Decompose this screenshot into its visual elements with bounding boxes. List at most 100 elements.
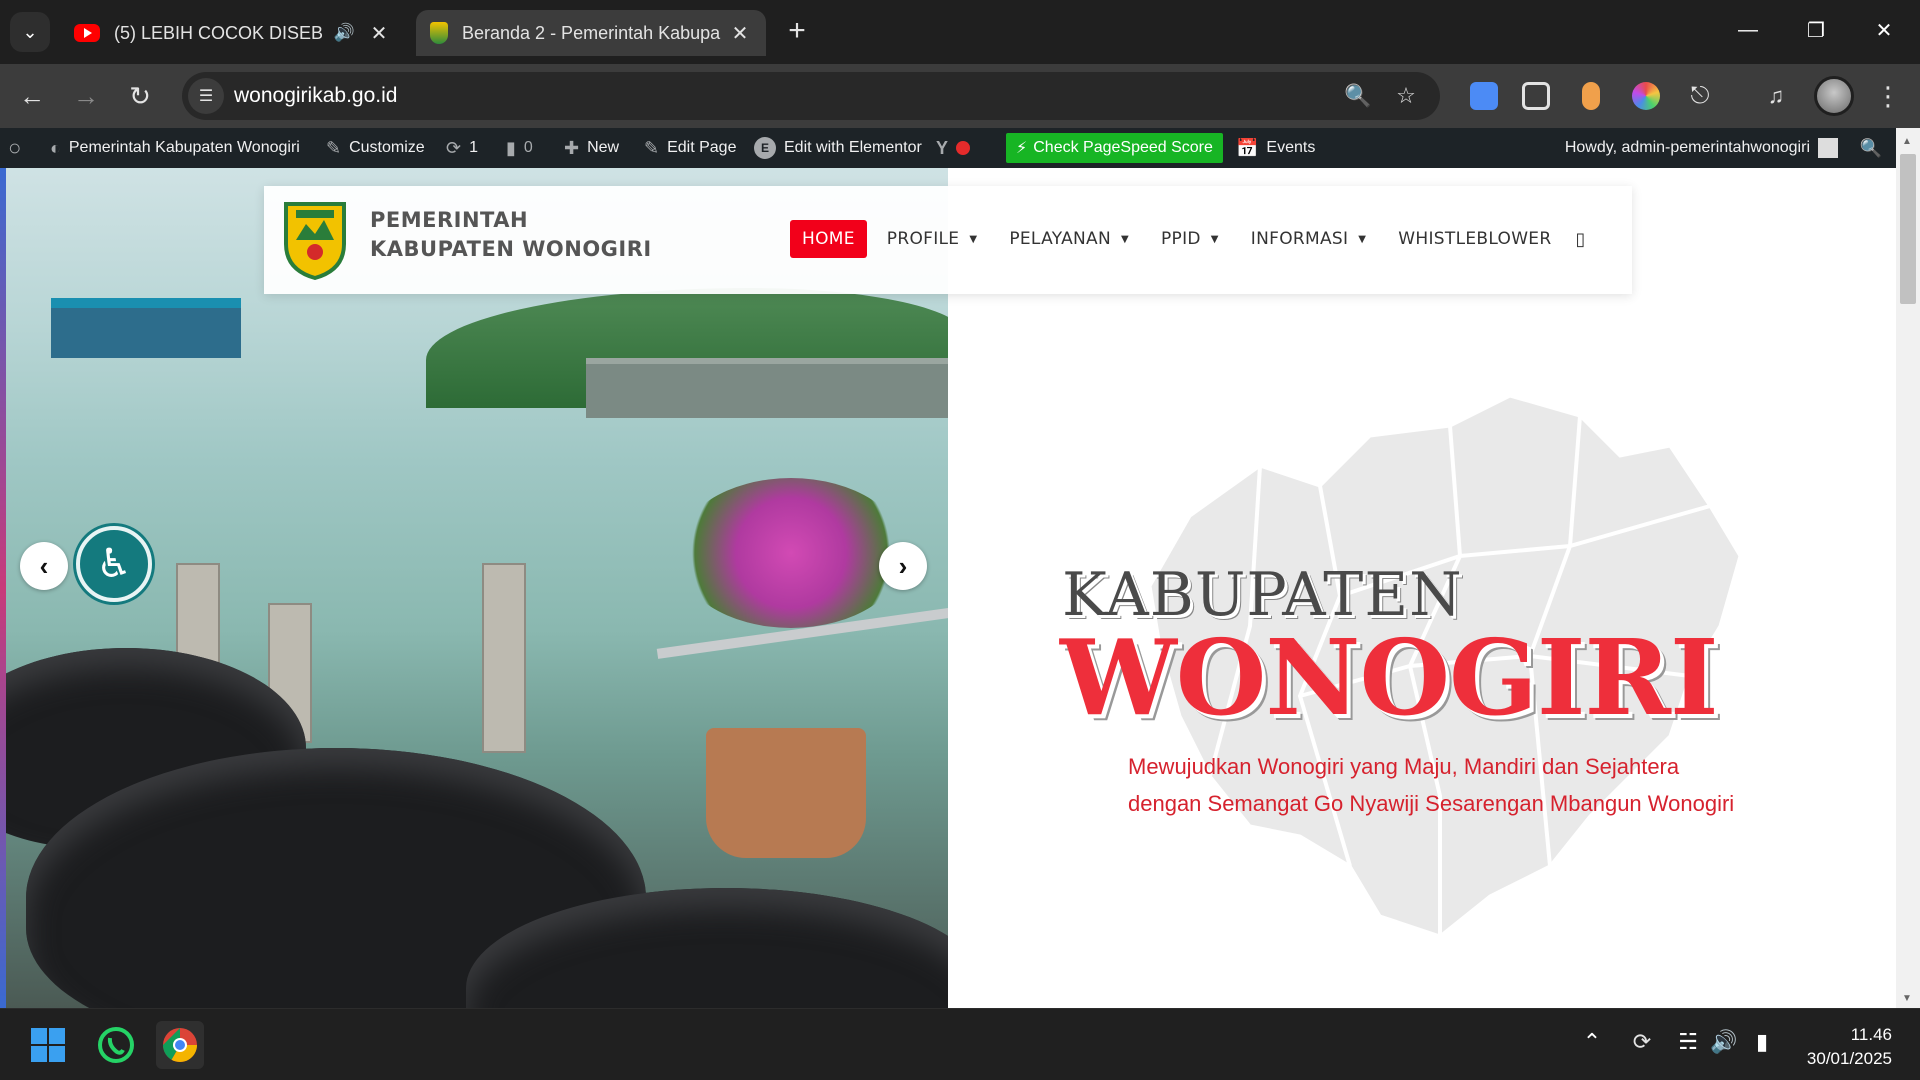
seo-status-dot [956,141,971,155]
clock-time: 11.46 [1850,1025,1892,1044]
edit-elementor-link[interactable]: E Edit with Elementor [754,128,922,168]
nav-informasi[interactable]: INFORMASI ▼ [1239,220,1379,258]
close-icon: ✕ [1875,19,1893,42]
dashboard-icon: ◐ [50,137,61,158]
yoast-menu[interactable]: Y [936,128,971,168]
nav-label: PROFILE [886,229,960,249]
edit-page-link[interactable]: ✎ Edit Page [644,128,736,168]
bougainvillea-tree [676,478,906,628]
events-label: Events [1266,139,1316,156]
tab-title: Beranda 2 - Pemerintah Kabupa [462,22,721,43]
extensions-puzzle-icon[interactable]: ⎋ [1686,82,1714,110]
extension-docs-icon[interactable] [1470,82,1498,110]
nav-ppid[interactable]: PPID ▼ [1149,220,1231,258]
media-controls-icon[interactable]: ♫ [1762,82,1790,110]
show-hidden-icons-button[interactable]: ⌃ [1576,1029,1608,1055]
accessibility-button[interactable]: ♿ [76,526,152,602]
arrow-left-icon: ← [19,80,45,111]
tab-beranda[interactable]: Beranda 2 - Pemerintah Kabupa ✕ [416,10,766,56]
restore-button[interactable]: ❐ [1782,0,1850,60]
hero-tagline-2: dengan Semangat Go Nyawiji Sesarengan Mb… [1128,791,1735,816]
chrome-taskbar-button[interactable] [156,1021,204,1069]
account-menu[interactable]: Howdy, admin-pemerintahwonogiri [1565,128,1838,168]
edit-page-label: Edit Page [667,139,737,156]
page-scrollbar[interactable]: ▲ ▼ [1896,128,1920,1008]
nav-home[interactable]: HOME [790,220,867,258]
pagespeed-button[interactable]: ⚡ Check PageSpeed Score [1006,133,1223,163]
url-text[interactable]: wonogirikab.go.id [234,84,397,108]
forward-button[interactable]: → [68,78,104,114]
search-toggle-icon[interactable]: ▯ [1575,229,1585,250]
extension-picture-icon[interactable] [1522,82,1550,110]
user-avatar [1818,138,1838,158]
new-content-link[interactable]: ✚ New [564,128,619,168]
wifi-icon[interactable]: ☵ [1672,1029,1704,1055]
site-brand[interactable]: PEMERINTAH KABUPATEN WONOGIRI [370,206,652,264]
windows-logo-icon [31,1028,65,1062]
updates-count: 1 [469,139,478,156]
admin-search-button[interactable]: 🔍 [1860,128,1882,168]
wheelchair-icon: ♿ [96,542,132,586]
start-button[interactable] [24,1021,72,1069]
customize-link[interactable]: ✎ Customize [326,128,425,168]
floating-hut [51,298,241,358]
reload-button[interactable]: ↻ [122,78,158,114]
slider-prev-button[interactable]: ‹ [20,542,68,590]
boat-dock [586,358,948,418]
tune-icon: ☰ [198,88,214,105]
bookmark-star-icon[interactable]: ☆ [1392,82,1420,110]
main-nav: HOME PROFILE ▼ PELAYANAN ▼ PPID ▼ INFORMASI… [790,220,1585,258]
lightning-icon: ⚡ [1016,140,1028,157]
sync-icon[interactable]: ⟳ [1626,1029,1658,1055]
close-tab-icon[interactable]: ✕ [367,21,391,46]
comments-count: 0 [523,139,533,156]
extension-drop-icon[interactable] [1582,82,1600,110]
brush-icon: ✎ [326,137,342,158]
minimize-button[interactable]: — [1714,0,1782,60]
scroll-down-icon[interactable]: ▼ [1902,993,1912,1004]
nav-label: WHISTLEBLOWER [1398,229,1552,249]
speaker-icon[interactable]: 🔊 [334,23,355,43]
chrome-icon [163,1028,197,1062]
slider-next-button[interactable]: › [879,542,927,590]
caret-down-icon: ▼ [1210,233,1219,245]
tab-search-button[interactable]: ⌄ [10,12,50,52]
nav-pelayanan[interactable]: PELAYANAN ▼ [997,220,1141,258]
events-link[interactable]: 📅 Events [1236,128,1315,168]
updates-icon: ⟳ [446,137,462,158]
more-vertical-icon: ⋮ [1875,81,1901,111]
volume-icon[interactable]: 🔊 [1708,1029,1740,1055]
wp-logo-menu[interactable]: ○ [8,128,21,168]
address-bar[interactable]: ☰ wonogirikab.go.id 🔍 ☆ [182,72,1440,120]
nav-label: INFORMASI [1250,229,1349,249]
whatsapp-taskbar-button[interactable] [92,1021,140,1069]
battery-icon[interactable]: ▮ [1746,1029,1778,1055]
edit-elementor-label: Edit with Elementor [784,139,922,156]
zoom-icon[interactable]: 🔍 [1344,82,1372,110]
comment-icon: ▮ [506,137,516,158]
browser-menu-button[interactable]: ⋮ [1872,78,1904,114]
nav-profile[interactable]: PROFILE ▼ [875,220,990,258]
site-name-link[interactable]: ◐ Pemerintah Kabupaten Wonogiri [50,128,300,168]
back-button[interactable]: ← [14,78,50,114]
extension-color-icon[interactable] [1632,82,1660,110]
scroll-up-icon[interactable]: ▲ [1902,136,1912,147]
browser-toolbar: ← → ↻ ☰ wonogirikab.go.id 🔍 ☆ ⎋ ♫ ⋮ [0,64,1920,128]
system-clock[interactable]: 11.46 30/01/2025 [1807,1023,1892,1071]
site-info-button[interactable]: ☰ [188,78,224,114]
updates-link[interactable]: ⟳ 1 [446,128,478,168]
nav-label: PELAYANAN [1009,229,1111,249]
tab-youtube[interactable]: (5) LEBIH COCOK DISEBUT 🔊 ✕ [60,10,405,56]
new-tab-button[interactable]: + [780,14,814,48]
elementor-icon: E [754,137,776,159]
chevron-left-icon: ‹ [39,550,49,581]
scroll-thumb[interactable] [1900,154,1916,304]
profile-avatar[interactable] [1814,76,1854,116]
close-tab-icon[interactable]: ✕ [728,21,752,46]
wonogiri-crest-logo[interactable] [282,200,348,280]
close-window-button[interactable]: ✕ [1850,0,1918,60]
whatsapp-icon [98,1027,134,1063]
nav-whistleblower[interactable]: WHISTLEBLOWER [1386,220,1563,258]
comments-link[interactable]: ▮ 0 [506,128,533,168]
nav-label: HOME [802,229,855,249]
